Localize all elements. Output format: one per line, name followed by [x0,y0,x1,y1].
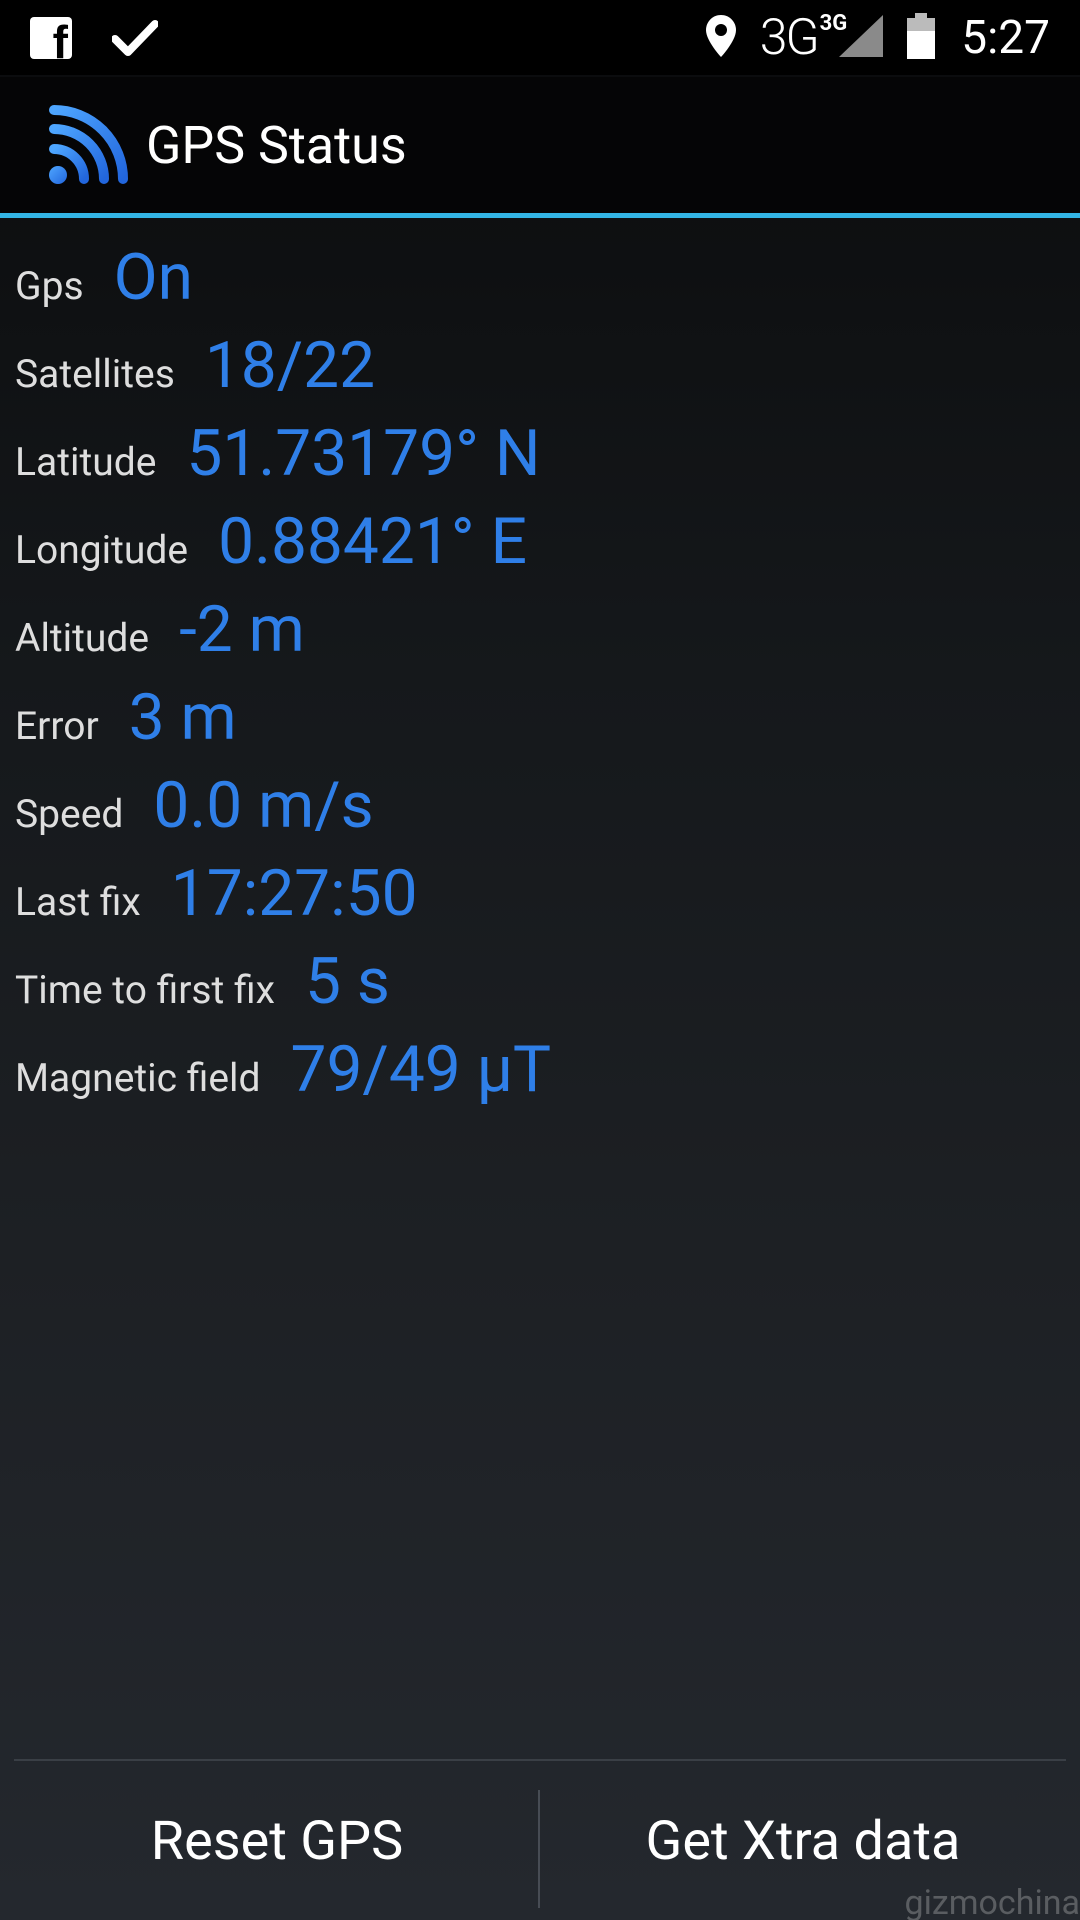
magnetic-field-label: Magnetic field [15,1055,261,1101]
button-bar-divider [14,1759,1066,1761]
row-time-to-first-fix: Time to first fix 5 s [15,944,551,1032]
altitude-value: -2 m [179,592,305,667]
clock: 5:27 [961,10,1050,65]
gps-signal-icon [46,105,128,191]
row-satellites: Satellites 18/22 [15,328,551,416]
row-magnetic-field: Magnetic field 79/49 µT [15,1032,551,1120]
last-fix-label: Last fix [15,879,141,925]
error-label: Error [15,703,99,749]
action-bar-accent-line [0,213,1080,218]
latitude-value: 51.73179° N [186,416,541,491]
gps-label: Gps [15,263,84,309]
watermark: gizmochina [904,1883,1080,1920]
action-bar: GPS Status [0,77,1080,213]
satellites-value: 18/22 [204,328,376,403]
network-superscript: 3G [819,11,848,36]
reset-gps-button[interactable]: Reset GPS [14,1762,540,1920]
latitude-label: Latitude [15,439,157,485]
notification-area: f [30,14,158,62]
row-altitude: Altitude -2 m [15,592,551,680]
altitude-label: Altitude [15,615,150,661]
row-gps: Gps On [15,240,551,328]
location-pin-icon [705,14,736,61]
speed-value: 0.0 m/s [153,768,374,843]
gps-info-list: Gps On Satellites 18/22 Latitude 51.7317… [15,240,551,1120]
app-title: GPS Status [146,115,407,176]
speed-label: Speed [15,791,124,837]
row-error: Error 3 m [15,680,551,768]
gps-value: On [113,240,193,315]
last-fix-value: 17:27:50 [170,856,418,931]
row-latitude: Latitude 51.73179° N [15,416,551,504]
longitude-value: 0.88421° E [218,504,527,579]
error-value: 3 m [128,680,237,755]
status-bar: f 3G 3G 5:27 [0,0,1080,75]
row-last-fix: Last fix 17:27:50 [15,856,551,944]
row-speed: Speed 0.0 m/s [15,768,551,856]
row-longitude: Longitude 0.88421° E [15,504,551,592]
check-icon [112,19,158,57]
system-icons: 3G 3G 5:27 [705,0,1050,75]
time-to-first-fix-value: 5 s [304,944,390,1019]
magnetic-field-value: 79/49 µT [290,1032,552,1107]
time-to-first-fix-label: Time to first fix [15,967,275,1013]
facebook-icon: f [30,17,72,59]
battery-icon [907,12,936,63]
network-type: 3G [759,8,820,67]
longitude-label: Longitude [15,527,189,573]
satellites-label: Satellites [15,351,175,397]
screen: f 3G 3G 5:27 GPS Status Gps On Satellite… [0,0,1080,1920]
